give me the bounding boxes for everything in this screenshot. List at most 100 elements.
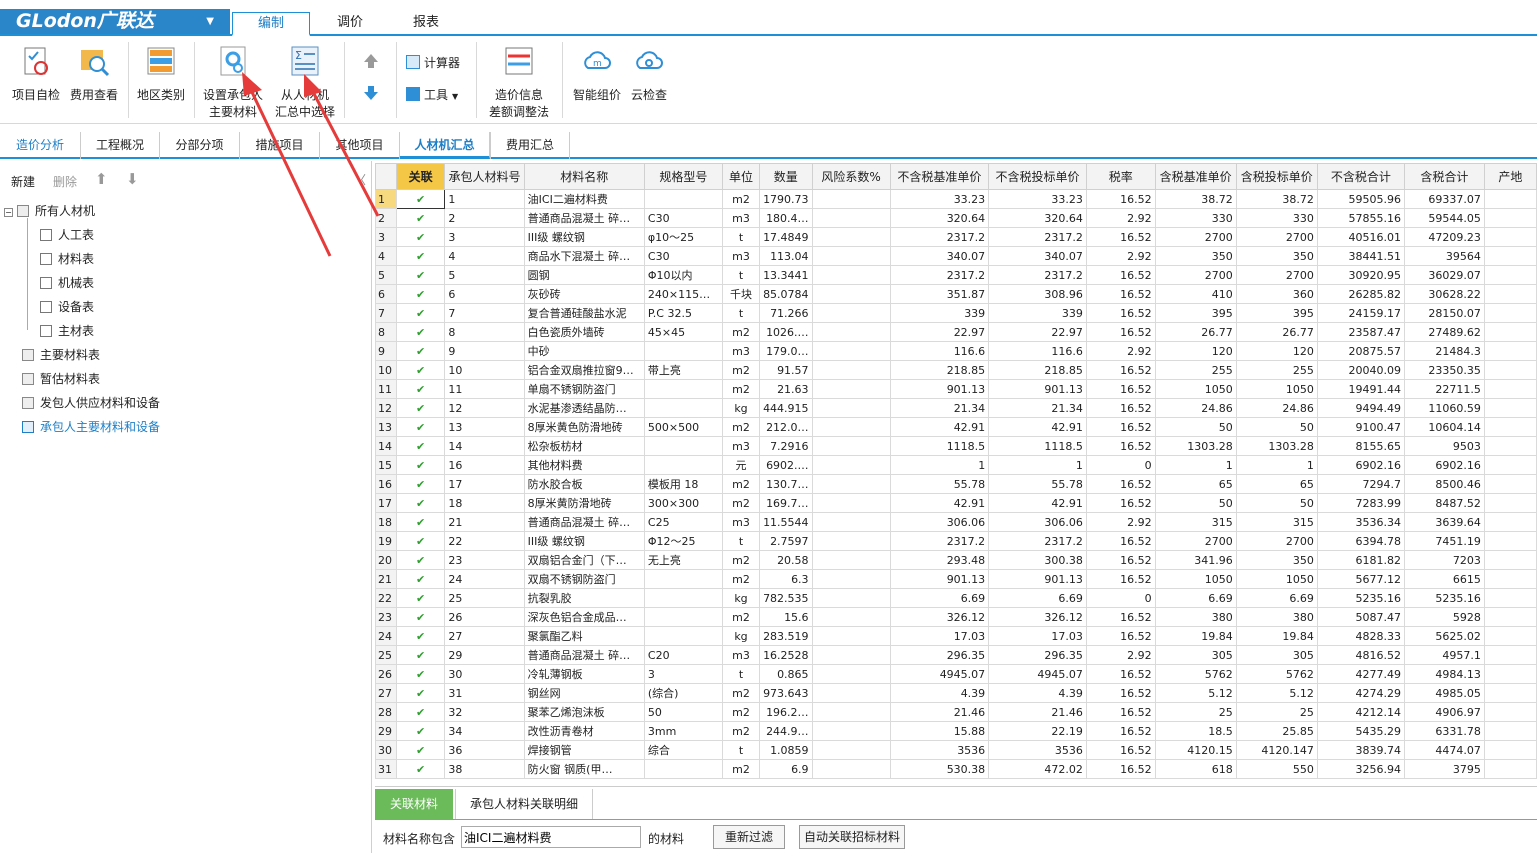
tab-other-items[interactable]: 其他项目 — [320, 132, 400, 159]
link-check-icon[interactable]: ✔ — [395, 265, 446, 285]
table-row[interactable]: 14 ✔ 14 松杂板枋材 m3 7.2916 1118.5 1118.5 16.52 1303.… — [375, 436, 1537, 456]
column-header[interactable]: 风险系数% — [811, 163, 891, 190]
tree-node-provisional-material[interactable]: 暂估材料表 — [22, 369, 100, 389]
link-check-icon[interactable]: ✔ — [395, 474, 446, 494]
column-header[interactable]: 数量 — [759, 163, 813, 190]
menu-tab-report[interactable]: 报表 — [396, 12, 456, 34]
link-check-icon[interactable]: ✔ — [395, 360, 446, 380]
column-header-link[interactable]: 关联 — [395, 163, 446, 190]
table-row[interactable]: 11 ✔ 11 单扇不锈钢防盗门 m2 21.63 901.13 901.13 16.52 105… — [375, 379, 1537, 399]
table-row[interactable]: 20 ✔ 23 双扇铝合金门（下… 无上亮 m2 20.58 293.48 300.38 16.5… — [375, 550, 1537, 570]
project-self-check-button[interactable]: 项目自检 — [8, 42, 64, 104]
tab-link-detail[interactable]: 承包人材料关联明细 — [455, 789, 593, 819]
table-row[interactable]: 19 ✔ 22 III级 螺纹钢 Φ12～25 t 2.7597 2317.2 2317.2 16… — [375, 531, 1537, 551]
menu-tab-adjust-price[interactable]: 调价 — [320, 12, 380, 34]
table-row[interactable]: 12 ✔ 12 水泥基渗透结晶防… kg 444.915 21.34 21.34 16.52 24… — [375, 398, 1537, 418]
table-row[interactable]: 13 ✔ 13 8厚米黄色防滑地砖 500×500 m2 212.0… 42.91 42.91 1… — [375, 417, 1537, 437]
link-check-icon[interactable]: ✔ — [395, 455, 446, 475]
table-row[interactable]: 6 ✔ 6 灰砂砖 240×115… 千块 85.0784 351.87 308.96 16.52… — [375, 284, 1537, 304]
app-logo[interactable]: GLodon广联达 ▼ — [0, 9, 230, 34]
table-row[interactable]: 30 ✔ 36 焊接钢管 综合 t 1.0859 3536 3536 16.52 4120.15 41… — [375, 740, 1537, 760]
link-check-icon[interactable]: ✔ — [395, 588, 446, 608]
new-button[interactable]: 新建 — [11, 173, 35, 190]
table-row[interactable]: 23 ✔ 26 深灰色铝合金成品… m2 15.6 326.12 326.12 16.52 380… — [375, 607, 1537, 627]
link-check-icon[interactable]: ✔ — [395, 208, 446, 228]
up-arrow-icon[interactable]: ⬆ — [95, 170, 108, 188]
column-header[interactable]: 不含税基准单价 — [889, 163, 990, 190]
link-check-icon[interactable]: ✔ — [395, 645, 446, 665]
cloud-check-button[interactable]: 云检查 — [626, 42, 672, 104]
column-header[interactable]: 含税投标单价 — [1235, 163, 1318, 190]
column-header[interactable]: 承包人材料号 — [444, 163, 525, 190]
tab-cost-summary[interactable]: 费用汇总 — [490, 132, 570, 159]
link-check-icon[interactable]: ✔ — [395, 740, 446, 760]
tab-measures[interactable]: 措施项目 — [240, 132, 320, 159]
refilter-button[interactable]: 重新过滤 — [713, 825, 785, 849]
calculator-button[interactable]: 计算器 — [406, 54, 460, 71]
link-check-icon[interactable]: ✔ — [395, 721, 446, 741]
logo-dropdown-icon[interactable]: ▼ — [206, 9, 214, 34]
table-row[interactable]: 27 ✔ 31 钢丝网 (综合) m2 973.643 4.39 4.39 16.52 5.12 5.… — [375, 683, 1537, 703]
column-header[interactable]: 材料名称 — [523, 163, 645, 190]
link-check-icon[interactable]: ✔ — [395, 569, 446, 589]
table-row[interactable]: 7 ✔ 7 复合普通硅酸盐水泥 P.C 32.5 t 71.266 339 339 16.52 39… — [375, 303, 1537, 323]
link-check-icon[interactable]: ✔ — [395, 759, 446, 779]
table-row[interactable]: 21 ✔ 24 双扇不锈钢防盗门 m2 6.3 901.13 901.13 16.52 1050 1… — [375, 569, 1537, 589]
link-check-icon[interactable]: ✔ — [395, 702, 446, 722]
table-row[interactable]: 17 ✔ 18 8厚米黄防滑地砖 300×300 m2 169.7… 42.91 42.91 16… — [375, 493, 1537, 513]
link-check-icon[interactable]: ✔ — [395, 227, 446, 247]
link-check-icon[interactable]: ✔ — [395, 246, 446, 266]
link-check-icon[interactable]: ✔ — [395, 683, 446, 703]
table-row[interactable]: 16 ✔ 17 防水胶合板 模板用 18 m2 130.7… 55.78 55.78 16.52 6… — [375, 474, 1537, 494]
column-header[interactable]: 含税合计 — [1404, 163, 1485, 190]
column-header[interactable]: 税率 — [1085, 163, 1156, 190]
auto-link-button[interactable]: 自动关联招标材料 — [799, 825, 905, 849]
link-check-icon[interactable]: ✔ — [395, 664, 446, 684]
column-header[interactable]: 单位 — [721, 163, 761, 190]
delete-button[interactable]: 删除 — [53, 173, 77, 190]
move-down-icon[interactable] — [362, 84, 380, 102]
table-row[interactable]: 18 ✔ 21 普通商品混凝土 碎… C25 m3 11.5544 306.06 306.06 2… — [375, 512, 1537, 532]
table-row[interactable]: 1 ✔ 1 油ICI二遍材料费 m2 1790.73 33.23 33.23 16.52 38.7… — [375, 189, 1537, 209]
table-row[interactable]: 5 ✔ 5 圆钢 Φ10以内 t 13.3441 2317.2 2317.2 16.52 2700 2… — [375, 265, 1537, 285]
tab-sub-items[interactable]: 分部分项 — [160, 132, 240, 159]
link-check-icon[interactable]: ✔ — [395, 379, 446, 399]
table-row[interactable]: 9 ✔ 9 中砂 m3 179.0… 116.6 116.6 2.92 120 120 20875.5… — [375, 341, 1537, 361]
smart-pricing-button[interactable]: m 智能组价 — [570, 42, 624, 104]
tree-node-equipment[interactable]: 设备表 — [40, 297, 94, 317]
tab-cost-analysis[interactable]: 造价分析 — [2, 132, 78, 159]
link-check-icon[interactable]: ✔ — [395, 512, 446, 532]
table-row[interactable]: 3 ✔ 3 III级 螺纹钢 φ10～25 t 17.4849 2317.2 2317.2 16.… — [375, 227, 1537, 247]
move-up-icon[interactable] — [362, 52, 380, 70]
table-row[interactable]: 25 ✔ 29 普通商品混凝土 碎… C20 m3 16.2528 296.35 296.35 2… — [375, 645, 1537, 665]
collapse-pane-icon[interactable]: 〈 — [354, 171, 366, 188]
table-row[interactable]: 22 ✔ 25 抗裂乳胶 kg 782.535 6.69 6.69 0 6.69 6.69 5235.… — [375, 588, 1537, 608]
column-header[interactable]: 不含税合计 — [1316, 163, 1406, 190]
table-row[interactable]: 2 ✔ 2 普通商品混凝土 碎… C30 m3 180.4… 320.64 320.64 2.92… — [375, 208, 1537, 228]
link-check-icon[interactable]: ✔ — [395, 493, 446, 513]
cost-view-button[interactable]: 费用查看 — [66, 42, 122, 104]
column-header[interactable]: 规格型号 — [643, 163, 723, 190]
column-header[interactable]: 含税基准单价 — [1154, 163, 1237, 190]
link-check-icon[interactable]: ✔ — [395, 303, 446, 323]
column-header[interactable]: 产地 — [1483, 163, 1537, 190]
table-row[interactable]: 24 ✔ 27 聚氯酯乙料 kg 283.519 17.03 17.03 16.52 19.84 1… — [375, 626, 1537, 646]
tree-node-machine[interactable]: 机械表 — [40, 273, 94, 293]
tree-node-main-material-table[interactable]: 主要材料表 — [22, 345, 100, 365]
tree-node-main-material[interactable]: 主材表 — [40, 321, 94, 341]
price-info-adjust-button[interactable]: 造价信息 差额调整法 — [484, 42, 554, 121]
set-contractor-materials-button[interactable]: 设置承包人 主要材料 — [200, 42, 266, 121]
filter-input[interactable] — [461, 826, 641, 848]
link-check-icon[interactable]: ✔ — [395, 436, 446, 456]
tab-labor-material-summary[interactable]: 人材机汇总 — [400, 132, 490, 159]
table-row[interactable]: 8 ✔ 8 白色瓷质外墙砖 45×45 m2 1026.… 22.97 22.97 16.52 26… — [375, 322, 1537, 342]
link-check-icon[interactable]: ✔ — [395, 284, 446, 304]
table-row[interactable]: 31 ✔ 38 防火窗 钢质(甲… m2 6.9 530.38 472.02 16.52 618 5… — [375, 759, 1537, 779]
tab-project-overview[interactable]: 工程概况 — [80, 132, 160, 159]
table-row[interactable]: 10 ✔ 10 铝合金双扇推拉窗9… 带上亮 m2 91.57 218.85 218.85 16.… — [375, 360, 1537, 380]
link-check-icon[interactable]: ✔ — [395, 626, 446, 646]
tree-node-all[interactable]: − 所有人材机 — [4, 201, 95, 221]
link-check-icon[interactable]: ✔ — [395, 607, 446, 627]
tree-node-employer-supplied[interactable]: 发包人供应材料和设备 — [22, 393, 160, 413]
link-check-icon[interactable]: ✔ — [395, 550, 446, 570]
